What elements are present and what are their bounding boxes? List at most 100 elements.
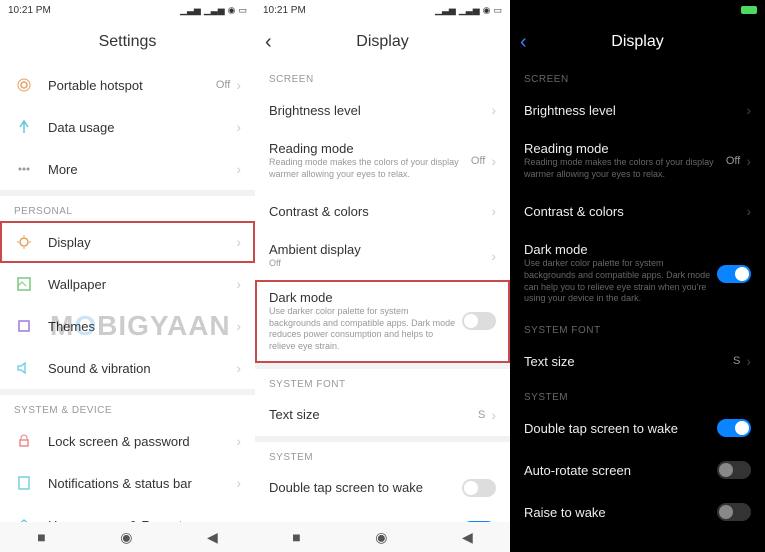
hotspot-icon [14, 75, 34, 95]
row-label: Brightness level [524, 103, 746, 118]
nav-home-icon[interactable]: ◉ [375, 529, 387, 546]
status-bar [510, 0, 765, 20]
row-auto-rotate[interactable]: Auto-rotate screen [255, 509, 510, 522]
row-label: More [48, 162, 236, 177]
row-sound[interactable]: Sound & vibration › [0, 347, 255, 389]
chevron-right-icon: › [491, 203, 496, 219]
status-icons [741, 6, 757, 14]
section-screen: SCREEN [510, 64, 765, 89]
row-notifications[interactable]: Notifications & status bar › [0, 462, 255, 504]
row-label: Lock screen & password [48, 434, 236, 449]
nav-back-icon[interactable]: ◀ [462, 529, 473, 546]
row-desc: Use darker color palette for system back… [269, 306, 462, 353]
row-value: S [733, 355, 740, 367]
double-tap-toggle[interactable] [717, 419, 751, 437]
nav-recents-icon[interactable]: ■ [37, 529, 45, 545]
row-auto-rotate[interactable]: Auto-rotate screen [510, 449, 765, 491]
dark-mode-toggle[interactable] [717, 265, 751, 283]
row-contrast[interactable]: Contrast & colors › [255, 190, 510, 232]
page-title: Display [611, 33, 663, 51]
back-button[interactable]: ‹ [265, 31, 272, 54]
row-double-tap[interactable]: Double tap screen to wake [510, 407, 765, 449]
row-data-usage[interactable]: Data usage › [0, 106, 255, 148]
row-desc: Off [269, 258, 491, 270]
display-icon [14, 232, 34, 252]
auto-rotate-toggle[interactable] [717, 461, 751, 479]
row-label: Auto-rotate screen [524, 463, 717, 478]
row-dark-mode[interactable]: Dark mode Use darker color palette for s… [510, 232, 765, 315]
row-dark-mode[interactable]: Dark mode Use darker color palette for s… [255, 280, 510, 363]
row-display[interactable]: Display › [0, 221, 255, 263]
row-label: Reading mode [524, 141, 726, 156]
row-portable-hotspot[interactable]: Portable hotspot Off › [0, 64, 255, 106]
status-bar: 10:21 PM ▁▃▅ ▁▃▅ ◉ ▭ [255, 0, 510, 20]
chevron-right-icon: › [236, 234, 241, 250]
section-screen: SCREEN [255, 64, 510, 89]
nav-recents-icon[interactable]: ■ [292, 529, 300, 545]
chevron-right-icon: › [746, 203, 751, 219]
row-ambient[interactable]: Ambient display Off › [255, 232, 510, 280]
row-text-size[interactable]: Text size S › [255, 394, 510, 436]
row-brightness[interactable]: Brightness level › [510, 89, 765, 131]
row-label: Text size [524, 354, 733, 369]
chevron-right-icon: › [491, 102, 496, 118]
row-label: Reading mode [269, 141, 471, 156]
status-time: 10:21 PM [263, 5, 306, 16]
row-desc: Reading mode makes the colors of your di… [524, 157, 726, 180]
row-raise-wake[interactable]: Raise to wake [510, 491, 765, 522]
chevron-right-icon: › [746, 353, 751, 369]
back-button[interactable]: ‹ [520, 31, 527, 54]
row-wallpaper[interactable]: Wallpaper › [0, 263, 255, 305]
row-label: Data usage [48, 120, 236, 135]
status-time: 10:21 PM [8, 5, 51, 16]
row-themes[interactable]: Themes › [0, 305, 255, 347]
signal-icon: ▁▃▅ [435, 5, 456, 16]
signal-icon: ▁▃▅ [180, 5, 201, 16]
nav-back-icon[interactable]: ◀ [207, 529, 218, 546]
row-label: Dark mode [269, 290, 462, 305]
row-more[interactable]: More › [0, 148, 255, 190]
row-reading-mode[interactable]: Reading mode Reading mode makes the colo… [255, 131, 510, 190]
row-brightness[interactable]: Brightness level › [255, 89, 510, 131]
row-value: S [478, 409, 485, 421]
signal-icon: ▁▃▅ [204, 5, 225, 16]
row-home-screen[interactable]: Home screen & Recents › [0, 504, 255, 522]
chevron-right-icon: › [236, 119, 241, 135]
raise-wake-toggle[interactable] [717, 503, 751, 521]
dark-mode-toggle[interactable] [462, 312, 496, 330]
chevron-right-icon: › [491, 248, 496, 264]
row-label: Double tap screen to wake [524, 421, 717, 436]
nav-home-icon[interactable]: ◉ [120, 529, 132, 546]
phone-display-dark: ‹ Display SCREEN Brightness level › Read… [510, 0, 765, 552]
chevron-right-icon: › [746, 153, 751, 169]
chevron-right-icon: › [491, 153, 496, 169]
row-label: Wallpaper [48, 277, 236, 292]
status-icons: ▁▃▅ ▁▃▅ ◉ ▭ [435, 5, 502, 16]
row-contrast[interactable]: Contrast & colors › [510, 190, 765, 232]
row-lock-screen[interactable]: Lock screen & password › [0, 420, 255, 462]
row-label: Double tap screen to wake [269, 480, 462, 495]
row-value: Off [471, 155, 485, 167]
row-label: Dark mode [524, 242, 717, 257]
wifi-icon: ◉ [228, 5, 236, 16]
sound-icon [14, 358, 34, 378]
row-text-size[interactable]: Text size S › [510, 340, 765, 382]
chevron-right-icon: › [236, 433, 241, 449]
battery-icon [741, 6, 757, 14]
section-system: SYSTEM [510, 382, 765, 407]
row-label: Portable hotspot [48, 78, 216, 93]
section-system-device: SYSTEM & DEVICE [0, 395, 255, 420]
chevron-right-icon: › [236, 318, 241, 334]
row-desc: Use darker color palette for system back… [524, 258, 717, 305]
nav-bar: ■ ◉ ◀ [255, 522, 510, 552]
row-label: Notifications & status bar [48, 476, 236, 491]
header: Settings [0, 20, 255, 64]
row-reading-mode[interactable]: Reading mode Reading mode makes the colo… [510, 131, 765, 190]
row-double-tap[interactable]: Double tap screen to wake [255, 467, 510, 509]
battery-icon: ▭ [238, 5, 247, 16]
double-tap-toggle[interactable] [462, 479, 496, 497]
home-icon [14, 515, 34, 522]
themes-icon [14, 316, 34, 336]
data-icon [14, 117, 34, 137]
nav-bar: ■ ◉ ◀ [0, 522, 255, 552]
